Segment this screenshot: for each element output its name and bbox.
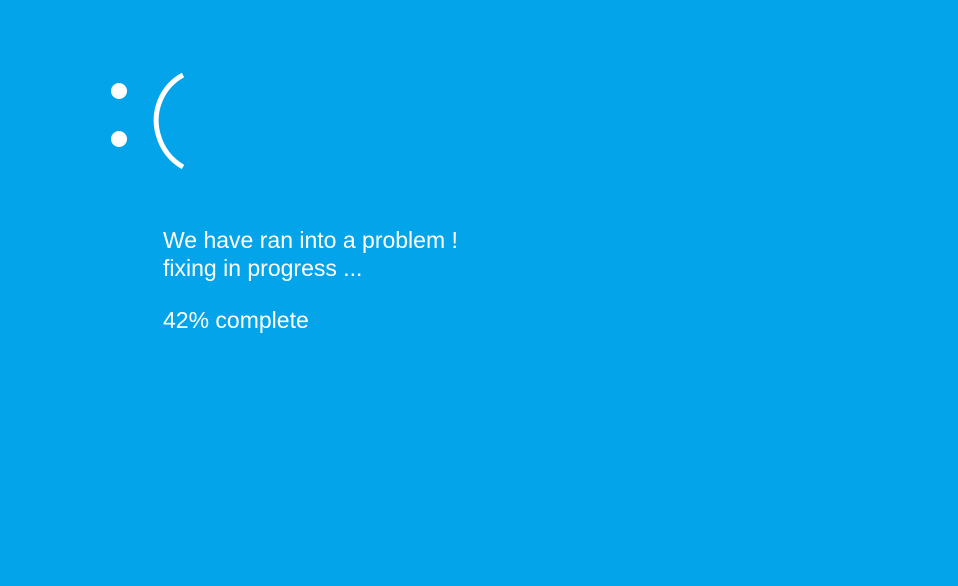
error-screen: We have ran into a problem ! fixing in p…	[0, 0, 958, 586]
sad-face-eye-bottom	[111, 131, 127, 147]
error-message-line-2: fixing in progress ...	[163, 255, 363, 281]
progress-status: 42% complete	[163, 307, 309, 333]
error-message-line-1: We have ran into a problem !	[163, 227, 458, 253]
sad-face-eye-top	[111, 83, 127, 99]
sad-face-mouth	[153, 72, 185, 170]
sad-face-icon	[111, 72, 185, 170]
error-message: We have ran into a problem ! fixing in p…	[163, 226, 458, 282]
